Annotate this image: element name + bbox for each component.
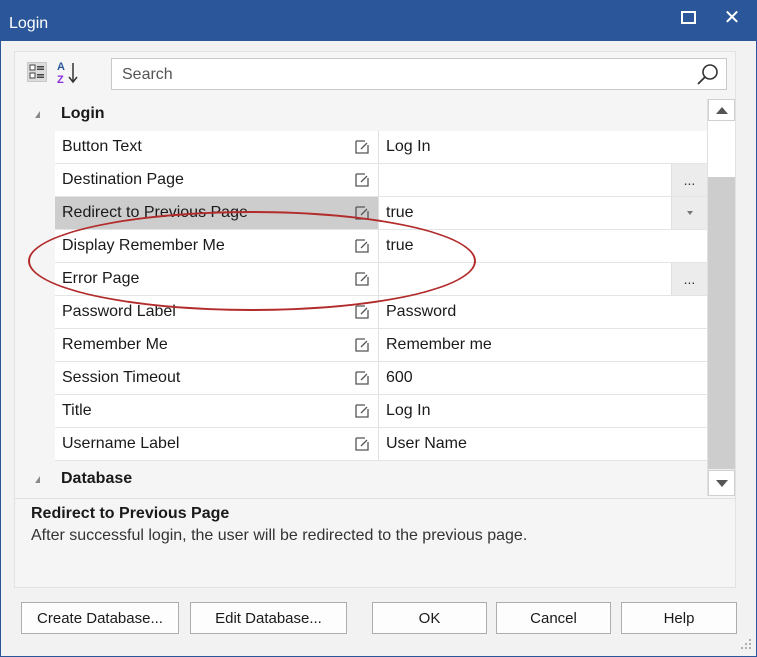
property-value[interactable]: true <box>386 237 414 255</box>
edit-icon[interactable] <box>355 140 369 154</box>
description-text: After successful login, the user will be… <box>31 527 528 544</box>
property-row-redirect-to-previous-page[interactable]: Redirect to Previous Page true <box>55 197 707 230</box>
scroll-track[interactable] <box>708 121 735 177</box>
property-name-cell: Redirect to Previous Page <box>55 197 379 229</box>
maximize-button[interactable] <box>665 1 711 33</box>
edit-icon[interactable] <box>355 272 369 286</box>
property-row-password-label[interactable]: Password Label Password <box>55 296 707 329</box>
edit-database-button[interactable]: Edit Database... <box>190 602 347 634</box>
property-value[interactable]: User Name <box>386 435 467 453</box>
close-icon: ✕ <box>723 6 741 29</box>
property-toolbar: A Z <box>15 52 735 96</box>
property-value[interactable]: 600 <box>386 369 413 387</box>
property-value[interactable]: Remember me <box>386 336 492 354</box>
property-panel: A Z Login Button Text <box>14 51 736 588</box>
property-name-cell: Title <box>55 395 379 427</box>
edit-icon[interactable] <box>355 239 369 253</box>
description-pane: Redirect to Previous Page After successf… <box>15 498 735 587</box>
property-name: Password Label <box>62 303 176 320</box>
login-dialog: Login ✕ A Z Search Login Button Text Log… <box>0 0 757 657</box>
section-label: Login <box>61 105 105 122</box>
browse-button[interactable]: ... <box>671 164 707 196</box>
section-database[interactable]: Database <box>15 464 707 496</box>
property-row-username-label[interactable]: Username Label User Name <box>55 428 707 461</box>
search-icon[interactable] <box>696 63 720 87</box>
edit-icon[interactable] <box>355 206 369 220</box>
maximize-icon <box>680 10 696 24</box>
property-name-cell: Session Timeout <box>55 362 379 394</box>
scroll-down-button[interactable] <box>708 470 735 496</box>
resize-grip-icon[interactable] <box>739 637 753 651</box>
edit-icon[interactable] <box>355 173 369 187</box>
property-name: Display Remember Me <box>62 237 225 254</box>
property-name-cell: Destination Page <box>55 164 379 196</box>
svg-text:Z: Z <box>57 74 64 86</box>
edit-icon[interactable] <box>355 404 369 418</box>
property-value[interactable]: Log In <box>386 402 430 420</box>
property-name-cell: Remember Me <box>55 329 379 361</box>
property-name-cell: Button Text <box>55 131 379 163</box>
section-label: Database <box>61 470 133 487</box>
property-name-cell: Password Label <box>55 296 379 328</box>
scroll-up-button[interactable] <box>708 99 735 121</box>
section-collapse-icon[interactable] <box>35 111 40 118</box>
property-name: Username Label <box>62 435 180 452</box>
property-row-destination-page[interactable]: Destination Page ... <box>55 164 707 197</box>
property-name: Destination Page <box>62 171 184 188</box>
property-row-button-text[interactable]: Button Text Log In <box>55 131 707 164</box>
property-value[interactable]: true <box>386 204 414 222</box>
categorized-view-button[interactable] <box>27 62 47 82</box>
browse-button[interactable]: ... <box>671 263 707 295</box>
alphabetical-sort-button[interactable]: A Z <box>55 58 81 88</box>
section-login[interactable]: Login <box>15 99 707 131</box>
property-row-error-page[interactable]: Error Page ... <box>55 263 707 296</box>
search-box[interactable] <box>111 58 727 90</box>
help-button[interactable]: Help <box>621 602 737 634</box>
edit-icon[interactable] <box>355 371 369 385</box>
edit-icon[interactable] <box>355 437 369 451</box>
property-row-display-remember-me[interactable]: Display Remember Me true <box>55 230 707 263</box>
close-button[interactable]: ✕ <box>709 1 755 33</box>
categorized-icon <box>29 64 44 79</box>
scroll-thumb[interactable] <box>708 177 735 469</box>
vertical-scrollbar[interactable] <box>707 99 735 496</box>
ok-button[interactable]: OK <box>372 602 487 634</box>
search-input[interactable] <box>120 63 684 87</box>
property-name: Remember Me <box>62 336 168 353</box>
property-name: Redirect to Previous Page <box>62 204 248 221</box>
edit-icon[interactable] <box>355 305 369 319</box>
property-name: Title <box>62 402 92 419</box>
property-row-session-timeout[interactable]: Session Timeout 600 <box>55 362 707 395</box>
property-name: Session Timeout <box>62 369 181 386</box>
section-collapse-icon[interactable] <box>35 476 40 483</box>
property-name: Error Page <box>62 270 140 287</box>
value-dropdown-button[interactable] <box>671 197 707 229</box>
property-grid: Login Button Text Log In Destination Pag… <box>15 99 735 496</box>
property-name-cell: Username Label <box>55 428 379 460</box>
window-title: Login <box>9 15 49 32</box>
property-row-title[interactable]: Title Log In <box>55 395 707 428</box>
sort-az-icon: A Z <box>57 61 78 86</box>
create-database-button[interactable]: Create Database... <box>21 602 179 634</box>
edit-icon[interactable] <box>355 338 369 352</box>
title-bar[interactable]: Login ✕ <box>1 1 756 41</box>
description-title: Redirect to Previous Page <box>31 505 230 522</box>
property-name-cell: Display Remember Me <box>55 230 379 262</box>
property-name: Button Text <box>62 138 142 155</box>
cancel-button[interactable]: Cancel <box>496 602 611 634</box>
property-value[interactable]: Log In <box>386 138 430 156</box>
property-name-cell: Error Page <box>55 263 379 295</box>
property-row-remember-me[interactable]: Remember Me Remember me <box>55 329 707 362</box>
svg-text:A: A <box>57 61 65 73</box>
property-value[interactable]: Password <box>386 303 456 321</box>
